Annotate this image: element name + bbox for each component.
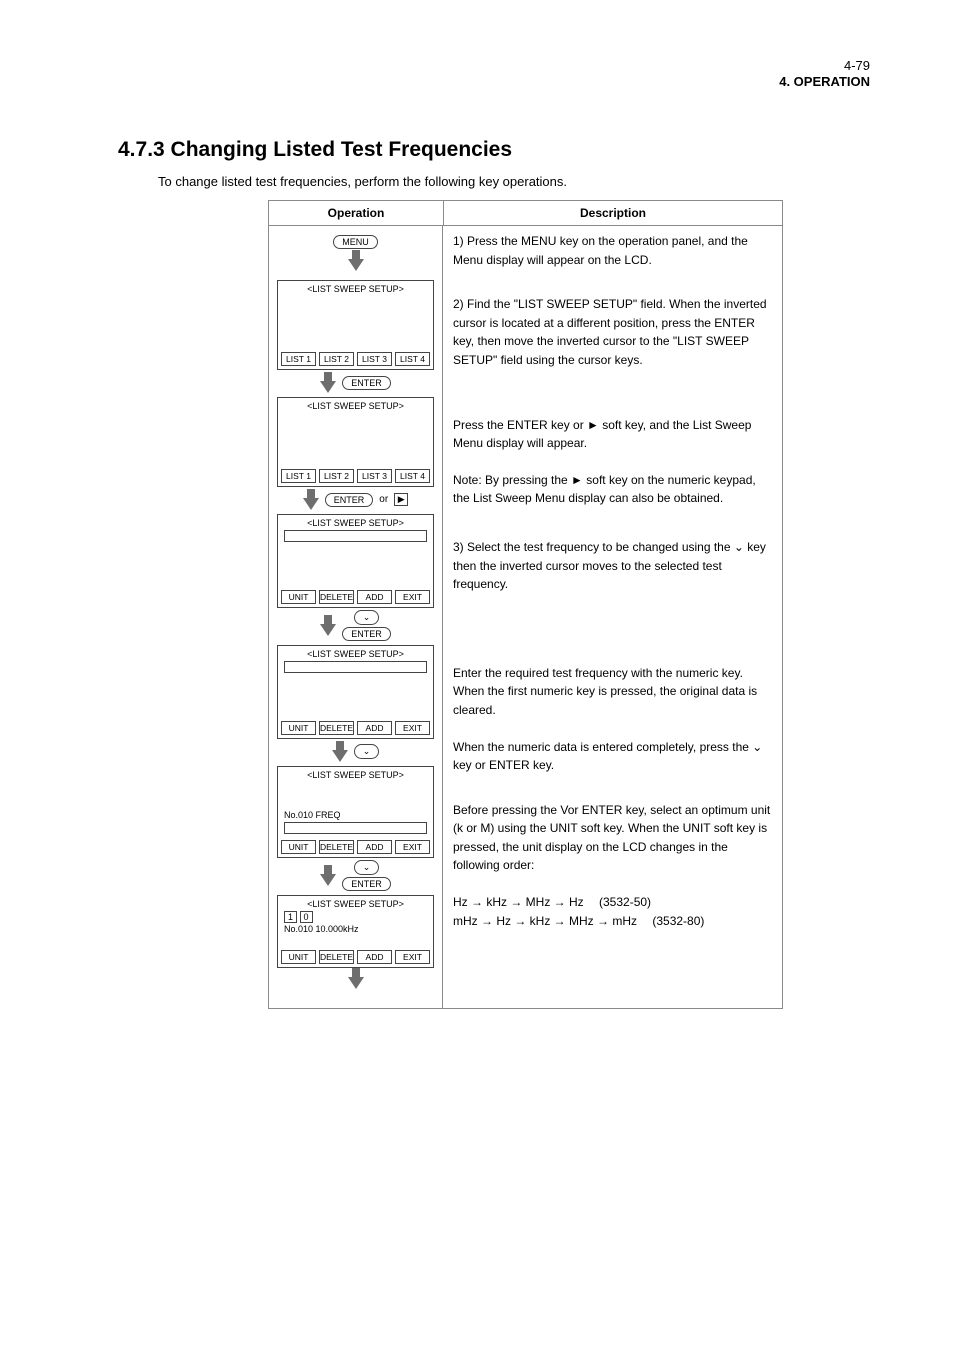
card6-keyentry: 1 0 [278,909,433,922]
enter-key-pill: ENTER [342,627,391,641]
softkey-unit: UNIT [281,590,316,604]
card6-row: No.010 10.000kHz [278,922,433,936]
list-row-highlight [284,661,427,673]
desc-step-2: 2) Find the "LIST SWEEP SETUP" field. Wh… [453,295,772,369]
page-number: 4-79 [844,58,870,73]
manual-page: 4-79 4. OPERATION 4.7.3 Changing Listed … [0,0,954,1351]
or-label: or [379,494,388,505]
table-header-description: Description [444,201,782,225]
operation-column: MENU <LIST SWEEP SETUP> LIST 1 LIST 2 LI… [269,226,443,1008]
down-arrow-icon [320,865,336,886]
procedure-table: Operation Description MENU <LIST SWEEP S… [268,200,783,1009]
menu-card-2: <LIST SWEEP SETUP> LIST 1 LIST 2 LIST 3 … [277,397,434,487]
softkey-list4: LIST 4 [395,352,430,366]
softkey-delete: DELETE [319,950,354,964]
softkey-exit: EXIT [395,721,430,735]
menu-key-pill: MENU [333,235,378,249]
card2-title: <LIST SWEEP SETUP> [278,401,433,411]
desc-step-1: 1) Press the MENU key on the operation p… [453,232,772,269]
card4-title: <LIST SWEEP SETUP> [278,649,433,659]
desc-unit: Before pressing the Vor ENTER key, selec… [453,801,772,875]
unit-seq-1: Hz → kHz → MHz → Hz (3532-50) [453,893,772,912]
chapter-title: 4. OPERATION [779,74,870,89]
card3-title: <LIST SWEEP SETUP> [278,518,433,528]
softkey-list1: LIST 1 [281,469,316,483]
list-card-3: <LIST SWEEP SETUP> UNIT DELETE ADD EXIT [277,514,434,608]
list-row-highlight [284,530,427,542]
desc-step-3: 3) Select the test frequency to be chang… [453,538,772,594]
softkey-exit: EXIT [395,590,430,604]
down-arrow-icon [303,489,319,510]
down-arrow-icon [332,741,348,762]
down-key-pill: ⌄ [354,610,380,625]
softkey-exit: EXIT [395,840,430,854]
down-arrow-icon [348,968,364,989]
softkey-list3: LIST 3 [357,352,392,366]
card1-title: <LIST SWEEP SETUP> [278,284,433,294]
down-arrow-icon [320,615,336,636]
right-soft-key: ▶ [394,493,408,506]
list-card-6: <LIST SWEEP SETUP> 1 0 No.010 10.000kHz … [277,895,434,968]
down-key-pill: ⌄ [354,744,380,759]
softkey-list1: LIST 1 [281,352,316,366]
softkey-list2: LIST 2 [319,352,354,366]
down-arrow-icon [320,372,336,393]
softkey-add: ADD [357,590,392,604]
down-key-pill: ⌄ [354,860,380,875]
description-column: 1) Press the MENU key on the operation p… [443,226,782,1008]
softkey-unit: UNIT [281,840,316,854]
softkey-add: ADD [357,950,392,964]
list-card-5: <LIST SWEEP SETUP> No.010 FREQ UNIT DELE… [277,766,434,858]
enter-key-pill: ENTER [342,877,391,891]
table-header-operation: Operation [269,201,444,225]
softkey-list2: LIST 2 [319,469,354,483]
softkey-delete: DELETE [319,721,354,735]
desc-step-3b: Enter the required test frequency with t… [453,664,772,720]
desc-note: Note: By pressing the ► soft key on the … [453,471,772,508]
unit-seq-2: mHz → Hz → kHz → MHz → mHz (3532-80) [453,912,772,931]
menu-card-1: <LIST SWEEP SETUP> LIST 1 LIST 2 LIST 3 … [277,280,434,370]
softkey-unit: UNIT [281,721,316,735]
softkey-list4: LIST 4 [395,469,430,483]
softkey-add: ADD [357,721,392,735]
list-card-4: <LIST SWEEP SETUP> UNIT DELETE ADD EXIT [277,645,434,739]
softkey-delete: DELETE [319,840,354,854]
down-arrow-icon [348,250,364,271]
section-title: 4.7.3 Changing Listed Test Frequencies [118,138,512,162]
card5-title: <LIST SWEEP SETUP> [278,770,433,780]
desc-step-2b: Press the ENTER key or ► soft key, and t… [453,416,772,453]
softkey-unit: UNIT [281,950,316,964]
desc-step-3c: When the numeric data is entered complet… [453,738,772,775]
card5-row: No.010 FREQ [278,810,433,820]
softkey-exit: EXIT [395,950,430,964]
section-desc: To change listed test frequencies, perfo… [158,174,567,189]
table-header-row: Operation Description [269,201,782,226]
enter-key-pill: ENTER [325,493,374,507]
softkey-list3: LIST 3 [357,469,392,483]
card6-title: <LIST SWEEP SETUP> [278,899,433,909]
list-row-highlight [284,822,427,834]
softkey-add: ADD [357,840,392,854]
enter-key-pill: ENTER [342,376,391,390]
softkey-delete: DELETE [319,590,354,604]
